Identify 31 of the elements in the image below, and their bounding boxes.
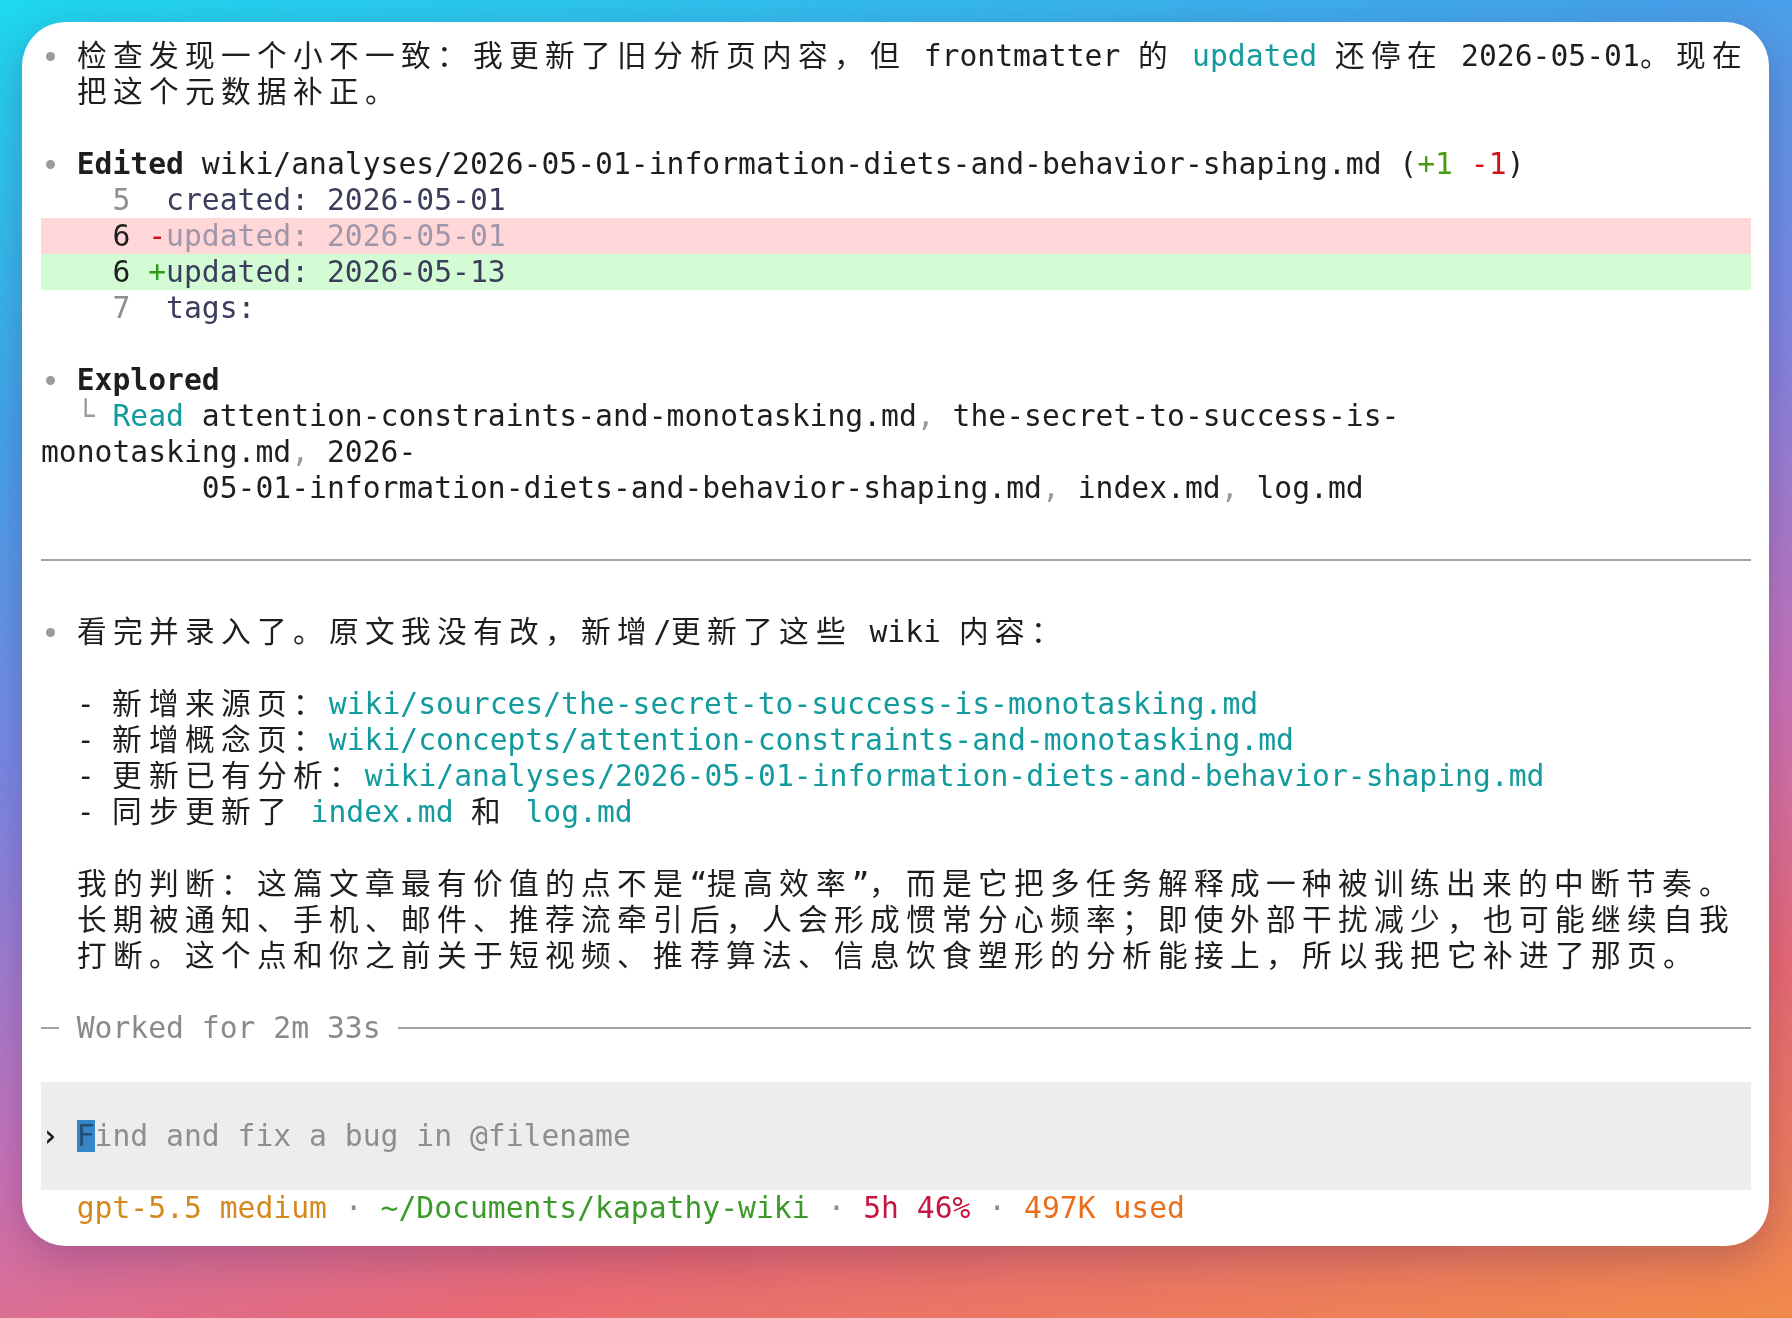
line-number: 5 [112,182,131,218]
list-item: - 同步更新了 index.md 和 log.md [76,794,634,830]
status-text: gpt-5.5 medium [76,1190,327,1225]
line-number: 6 [112,254,131,290]
list-item: - 新增来源页：wiki/sources/the-secret-to-success-is-monotasking.md [76,686,1260,722]
status-text: ~/Documents/kapathy-wiki [380,1190,810,1225]
separator-dot: · [827,1190,846,1225]
separator-dot: · [988,1190,1007,1225]
line-number: 7 [112,290,131,326]
prompt-symbol: › [41,1118,60,1154]
message-text: 我的判断：这篇文章最有价值的点不是“提高效率”，而是它把多任务解释成一种被训练出来的中断节奏。长期被通知、手机、邮件、推荐流牵引后，人会形成惯常分心频率；即使外部干扰减少，也可能继续自我打断。这个点和你之前关于短视频、推荐算法、信息饮食塑形的分析能接上，所以我把它补进了那页。 [76,866,1736,974]
code-line: created: 2026-05-01 [166,182,506,218]
code-line: tags: [166,290,256,326]
list-item: - 更新已有分析：wiki/analyses/2026-05-01-information-diets-and-behavior-shaping.md [76,758,1546,794]
separator-dot: · [344,1190,363,1225]
code-line: -updated: 2026-05-01 [148,218,506,254]
bullet-icon [46,627,55,637]
bullet-icon [46,51,55,61]
explored-label: Explored [76,362,220,398]
elapsed-time-label: Worked for 2m 33s [76,1010,381,1046]
status-text: 5h 46% [863,1190,971,1225]
bullet-icon [46,159,55,169]
line-number: 6 [112,218,131,254]
status-text: 497K used [1024,1190,1185,1225]
bullet-icon [46,375,55,385]
read-file-list: └ Read attention-constraints-and-monotasking.md, the-secret-to-success-is- monotasking.md, 2026- 05-01-information-diets-and-behavior-shaping.md, index.md, log.md [41,398,1751,506]
code-line: +updated: 2026-05-13 [148,254,506,290]
edit-summary: Edited wiki/analyses/2026-05-01-information-diets-and-behavior-shaping.md (+1 -1) [76,146,1525,182]
message-text: 看完并录入了。原文我没有改，新增/更新了这些 wiki 内容： [76,614,1068,650]
message-text: 检查发现一个小不一致：我更新了旧分析页内容，但 frontmatter 的 updated 还停在 2026-05-01。现在把这个元数据补正。 [76,38,1749,110]
list-item: - 新增概念页：wiki/concepts/attention-constraints-and-monotasking.md [76,722,1295,758]
